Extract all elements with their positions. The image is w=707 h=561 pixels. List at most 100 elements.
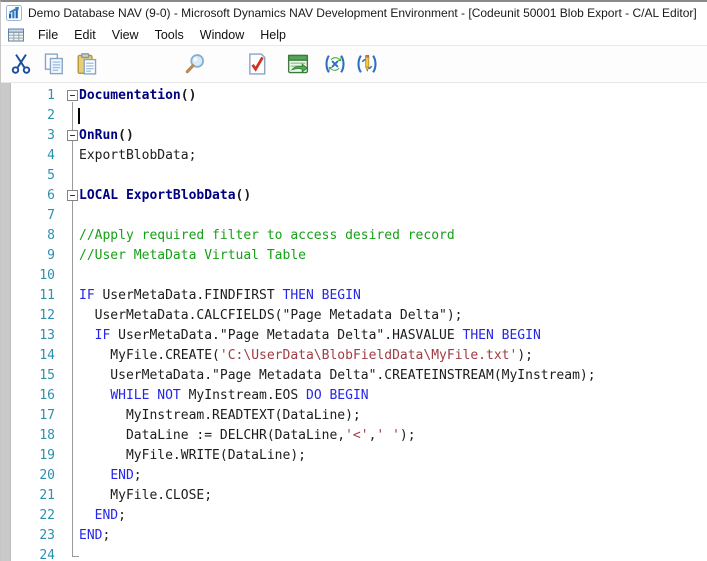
code-line[interactable]: 16 WHILE NOT MyInstream.EOS DO BEGIN bbox=[1, 386, 707, 406]
line-number: 23 bbox=[1, 526, 61, 546]
code-text: IF UserMetaData.FINDFIRST THEN BEGIN bbox=[79, 286, 361, 306]
menu-item-tools[interactable]: Tools bbox=[147, 26, 192, 44]
code-editor[interactable]: 1 Documentation() 23 OnRun()4ExportBlobData… bbox=[1, 83, 707, 561]
line-number: 18 bbox=[1, 426, 61, 446]
line-number: 12 bbox=[1, 306, 61, 326]
line-number: 19 bbox=[1, 446, 61, 466]
paste-icon bbox=[76, 53, 98, 75]
line-number: 3 bbox=[1, 126, 61, 146]
line-number: 8 bbox=[1, 226, 61, 246]
code-text: MyFile.CLOSE; bbox=[79, 486, 212, 506]
compile-button[interactable] bbox=[243, 50, 271, 78]
line-number: 5 bbox=[1, 166, 61, 186]
menu-item-file[interactable]: File bbox=[30, 26, 66, 44]
codeunit-window-icon[interactable] bbox=[8, 28, 24, 42]
minus-icon bbox=[70, 135, 75, 136]
code-line[interactable]: 23 END; bbox=[1, 526, 707, 546]
code-line[interactable]: 18 DataLine := DELCHR(DataLine,'<',' '); bbox=[1, 426, 707, 446]
line-number: 2 bbox=[1, 106, 61, 126]
line-number: 1 bbox=[1, 86, 61, 106]
line-number: 21 bbox=[1, 486, 61, 506]
line-number: 10 bbox=[1, 266, 61, 286]
code-text: MyFile.WRITE(DataLine); bbox=[79, 446, 306, 466]
line-number: 15 bbox=[1, 366, 61, 386]
line-number: 6 bbox=[1, 186, 61, 206]
code-line[interactable]: 12 UserMetaData.CALCFIELDS("Page Metadat… bbox=[1, 306, 707, 326]
code-text: WHILE NOT MyInstream.EOS DO BEGIN bbox=[79, 386, 369, 406]
application-window: Demo Database NAV (9-0) - Microsoft Dyna… bbox=[0, 0, 707, 561]
fold-toggle[interactable] bbox=[67, 90, 78, 101]
nav-app-icon bbox=[6, 5, 22, 21]
code-text: Documentation() bbox=[79, 86, 196, 106]
code-line[interactable]: 10 bbox=[1, 266, 707, 286]
code-line[interactable]: 22 END; bbox=[1, 506, 707, 526]
code-line[interactable]: 20 END; bbox=[1, 466, 707, 486]
copy-icon bbox=[43, 53, 65, 75]
minus-icon bbox=[70, 95, 75, 96]
compile-check-icon bbox=[246, 53, 268, 75]
menu-bar-items: FileEditViewToolsWindowHelp bbox=[30, 24, 294, 45]
code-line[interactable]: 15 UserMetaData."Page Metadata Delta".CR… bbox=[1, 366, 707, 386]
code-line[interactable]: 2 bbox=[1, 106, 707, 126]
copy-button[interactable] bbox=[40, 50, 68, 78]
code-text: END; bbox=[79, 506, 126, 526]
cal-locals-button[interactable] bbox=[353, 50, 381, 78]
run-object-button[interactable] bbox=[284, 50, 312, 78]
paste-button[interactable] bbox=[73, 50, 101, 78]
window-title: Demo Database NAV (9-0) - Microsoft Dyna… bbox=[28, 6, 697, 20]
code-line[interactable]: 13 IF UserMetaData."Page Metadata Delta"… bbox=[1, 326, 707, 346]
code-line[interactable]: 14 MyFile.CREATE('C:\UserData\BlobFieldD… bbox=[1, 346, 707, 366]
code-line[interactable]: 19 MyFile.WRITE(DataLine); bbox=[1, 446, 707, 466]
cal-locals-icon bbox=[356, 53, 378, 75]
text-caret bbox=[78, 108, 80, 124]
toolbar bbox=[1, 46, 707, 83]
code-text: OnRun() bbox=[79, 126, 134, 146]
fold-toggle[interactable] bbox=[67, 190, 78, 201]
menu-item-help[interactable]: Help bbox=[252, 26, 294, 44]
line-number: 17 bbox=[1, 406, 61, 426]
cal-symbol-menu-button[interactable] bbox=[321, 50, 349, 78]
line-number: 11 bbox=[1, 286, 61, 306]
code-text: MyFile.CREATE('C:\UserData\BlobFieldData… bbox=[79, 346, 533, 366]
fold-toggle[interactable] bbox=[67, 130, 78, 141]
code-line[interactable]: 6LOCAL ExportBlobData() bbox=[1, 186, 707, 206]
menu-item-window[interactable]: Window bbox=[192, 26, 252, 44]
line-number: 13 bbox=[1, 326, 61, 346]
line-number: 16 bbox=[1, 386, 61, 406]
title-bar[interactable]: Demo Database NAV (9-0) - Microsoft Dyna… bbox=[1, 2, 707, 24]
magnifier-icon bbox=[184, 53, 206, 75]
code-text: //Apply required filter to access desire… bbox=[79, 226, 455, 246]
code-line[interactable]: 17 MyInstream.READTEXT(DataLine); bbox=[1, 406, 707, 426]
line-number: 14 bbox=[1, 346, 61, 366]
code-line[interactable]: 4ExportBlobData; bbox=[1, 146, 707, 166]
find-button[interactable] bbox=[181, 50, 209, 78]
menu-bar: FileEditViewToolsWindowHelp bbox=[1, 24, 707, 46]
code-text: MyInstream.READTEXT(DataLine); bbox=[79, 406, 361, 426]
code-text: UserMetaData.CALCFIELDS("Page Metadata D… bbox=[79, 306, 463, 326]
code-text: //User MetaData Virtual Table bbox=[79, 246, 306, 266]
line-number: 4 bbox=[1, 146, 61, 166]
menu-item-edit[interactable]: Edit bbox=[66, 26, 104, 44]
scissors-icon bbox=[10, 53, 32, 75]
code-line[interactable]: 3 OnRun() bbox=[1, 126, 707, 146]
code-line[interactable]: 7 bbox=[1, 206, 707, 226]
menu-item-view[interactable]: View bbox=[104, 26, 147, 44]
code-line[interactable]: 21 MyFile.CLOSE; bbox=[1, 486, 707, 506]
code-line[interactable]: 8 //Apply required filter to access desir… bbox=[1, 226, 707, 246]
cal-symbol-menu-icon bbox=[324, 53, 346, 75]
code-text: IF UserMetaData."Page Metadata Delta".HA… bbox=[79, 326, 541, 346]
line-number: 24 bbox=[1, 546, 61, 561]
code-text: END; bbox=[79, 526, 110, 546]
code-text: UserMetaData."Page Metadata Delta".CREAT… bbox=[79, 366, 596, 386]
code-text: DataLine := DELCHR(DataLine,'<',' '); bbox=[79, 426, 416, 446]
code-line[interactable]: 11 IF UserMetaData.FINDFIRST THEN BEGIN bbox=[1, 286, 707, 306]
code-line[interactable]: 1 Documentation() bbox=[1, 86, 707, 106]
code-line[interactable]: 9//User MetaData Virtual Table bbox=[1, 246, 707, 266]
code-lines: 1 Documentation() 23 OnRun()4ExportBlobData… bbox=[1, 86, 707, 561]
run-window-icon bbox=[287, 53, 309, 75]
code-line[interactable]: 24 bbox=[1, 546, 707, 561]
cut-button[interactable] bbox=[7, 50, 35, 78]
minus-icon bbox=[70, 195, 75, 196]
code-line[interactable]: 5 bbox=[1, 166, 707, 186]
line-number: 20 bbox=[1, 466, 61, 486]
